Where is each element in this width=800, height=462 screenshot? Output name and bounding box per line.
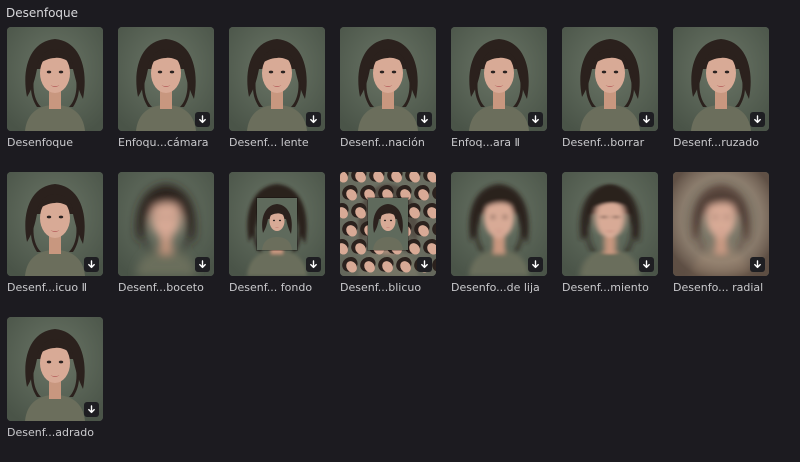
effect-thumbnail[interactable] <box>229 172 325 276</box>
effect-label: Desenf...nación <box>340 136 425 149</box>
effect-thumbnail[interactable] <box>229 27 325 131</box>
effect-label: Desenfoque <box>7 136 74 149</box>
effect-label: Enfoqu...cámara <box>118 136 209 149</box>
effect-thumbnail[interactable] <box>118 27 214 131</box>
effect-label: Desenf...blicuo <box>340 281 422 294</box>
download-icon[interactable] <box>84 402 99 417</box>
effect-label: Desenfo... radial <box>673 281 764 294</box>
focus-inset-image <box>256 197 298 251</box>
download-icon[interactable] <box>306 257 321 272</box>
effect-thumbnail[interactable] <box>673 27 769 131</box>
effect-thumbnail[interactable] <box>451 27 547 131</box>
effect-label: Desenf...adrado <box>7 426 94 439</box>
effect-tile[interactable]: Desenfo...de lija <box>451 172 547 317</box>
effect-tile[interactable]: Desenf...adrado <box>7 317 103 462</box>
effect-label: Enfoq...ara Ⅱ <box>451 136 520 149</box>
effect-label: Desenf...miento <box>562 281 649 294</box>
download-icon[interactable] <box>750 257 765 272</box>
download-icon[interactable] <box>306 112 321 127</box>
effect-tile[interactable]: Desenfoque <box>7 27 103 172</box>
effect-thumbnail[interactable] <box>562 27 658 131</box>
effect-tile[interactable]: Enfoqu...cámara <box>118 27 214 172</box>
effect-tile[interactable]: Desenf... lente <box>229 27 325 172</box>
effect-tile[interactable]: Desenf...blicuo <box>340 172 436 317</box>
effect-tile[interactable]: Desenf...boceto <box>118 172 214 317</box>
download-icon[interactable] <box>639 112 654 127</box>
effects-grid: Desenfoque Enfoqu...cámara Desenf... len… <box>7 27 797 462</box>
effect-label: Desenf...ruzado <box>673 136 759 149</box>
effect-thumbnail[interactable] <box>118 172 214 276</box>
effect-label: Desenf... fondo <box>229 281 313 294</box>
download-icon[interactable] <box>195 112 210 127</box>
effect-thumbnail[interactable] <box>340 27 436 131</box>
effect-thumbnail[interactable] <box>340 172 436 276</box>
effect-tile[interactable]: Desenf...ruzado <box>673 27 769 172</box>
download-icon[interactable] <box>417 257 432 272</box>
effect-thumbnail[interactable] <box>673 172 769 276</box>
effect-thumbnail[interactable] <box>7 317 103 421</box>
effect-tile[interactable]: Desenf...borrar <box>562 27 658 172</box>
download-icon[interactable] <box>528 112 543 127</box>
download-icon[interactable] <box>417 112 432 127</box>
effect-label: Desenf... lente <box>229 136 309 149</box>
effect-tile[interactable]: Enfoq...ara Ⅱ <box>451 27 547 172</box>
effect-tile[interactable]: Desenf...miento <box>562 172 658 317</box>
effect-tile[interactable]: Desenf...nación <box>340 27 436 172</box>
effect-thumbnail[interactable] <box>562 172 658 276</box>
download-icon[interactable] <box>195 257 210 272</box>
effect-tile[interactable]: Desenfo... radial <box>673 172 769 317</box>
effect-tile[interactable]: Desenf... fondo <box>229 172 325 317</box>
download-icon[interactable] <box>84 257 99 272</box>
download-icon[interactable] <box>750 112 765 127</box>
section-title: Desenfoque <box>6 6 79 20</box>
download-icon[interactable] <box>528 257 543 272</box>
effect-thumbnail[interactable] <box>451 172 547 276</box>
effect-label: Desenfo...de lija <box>451 281 540 294</box>
effect-label: Desenf...borrar <box>562 136 645 149</box>
effect-label: Desenf...boceto <box>118 281 204 294</box>
effect-thumbnail[interactable] <box>7 27 103 131</box>
effect-thumbnail[interactable] <box>7 172 103 276</box>
effect-label: Desenf...icuo Ⅱ <box>7 281 87 294</box>
effect-tile[interactable]: Desenf...icuo Ⅱ <box>7 172 103 317</box>
focus-inset-image <box>367 197 409 251</box>
download-icon[interactable] <box>639 257 654 272</box>
